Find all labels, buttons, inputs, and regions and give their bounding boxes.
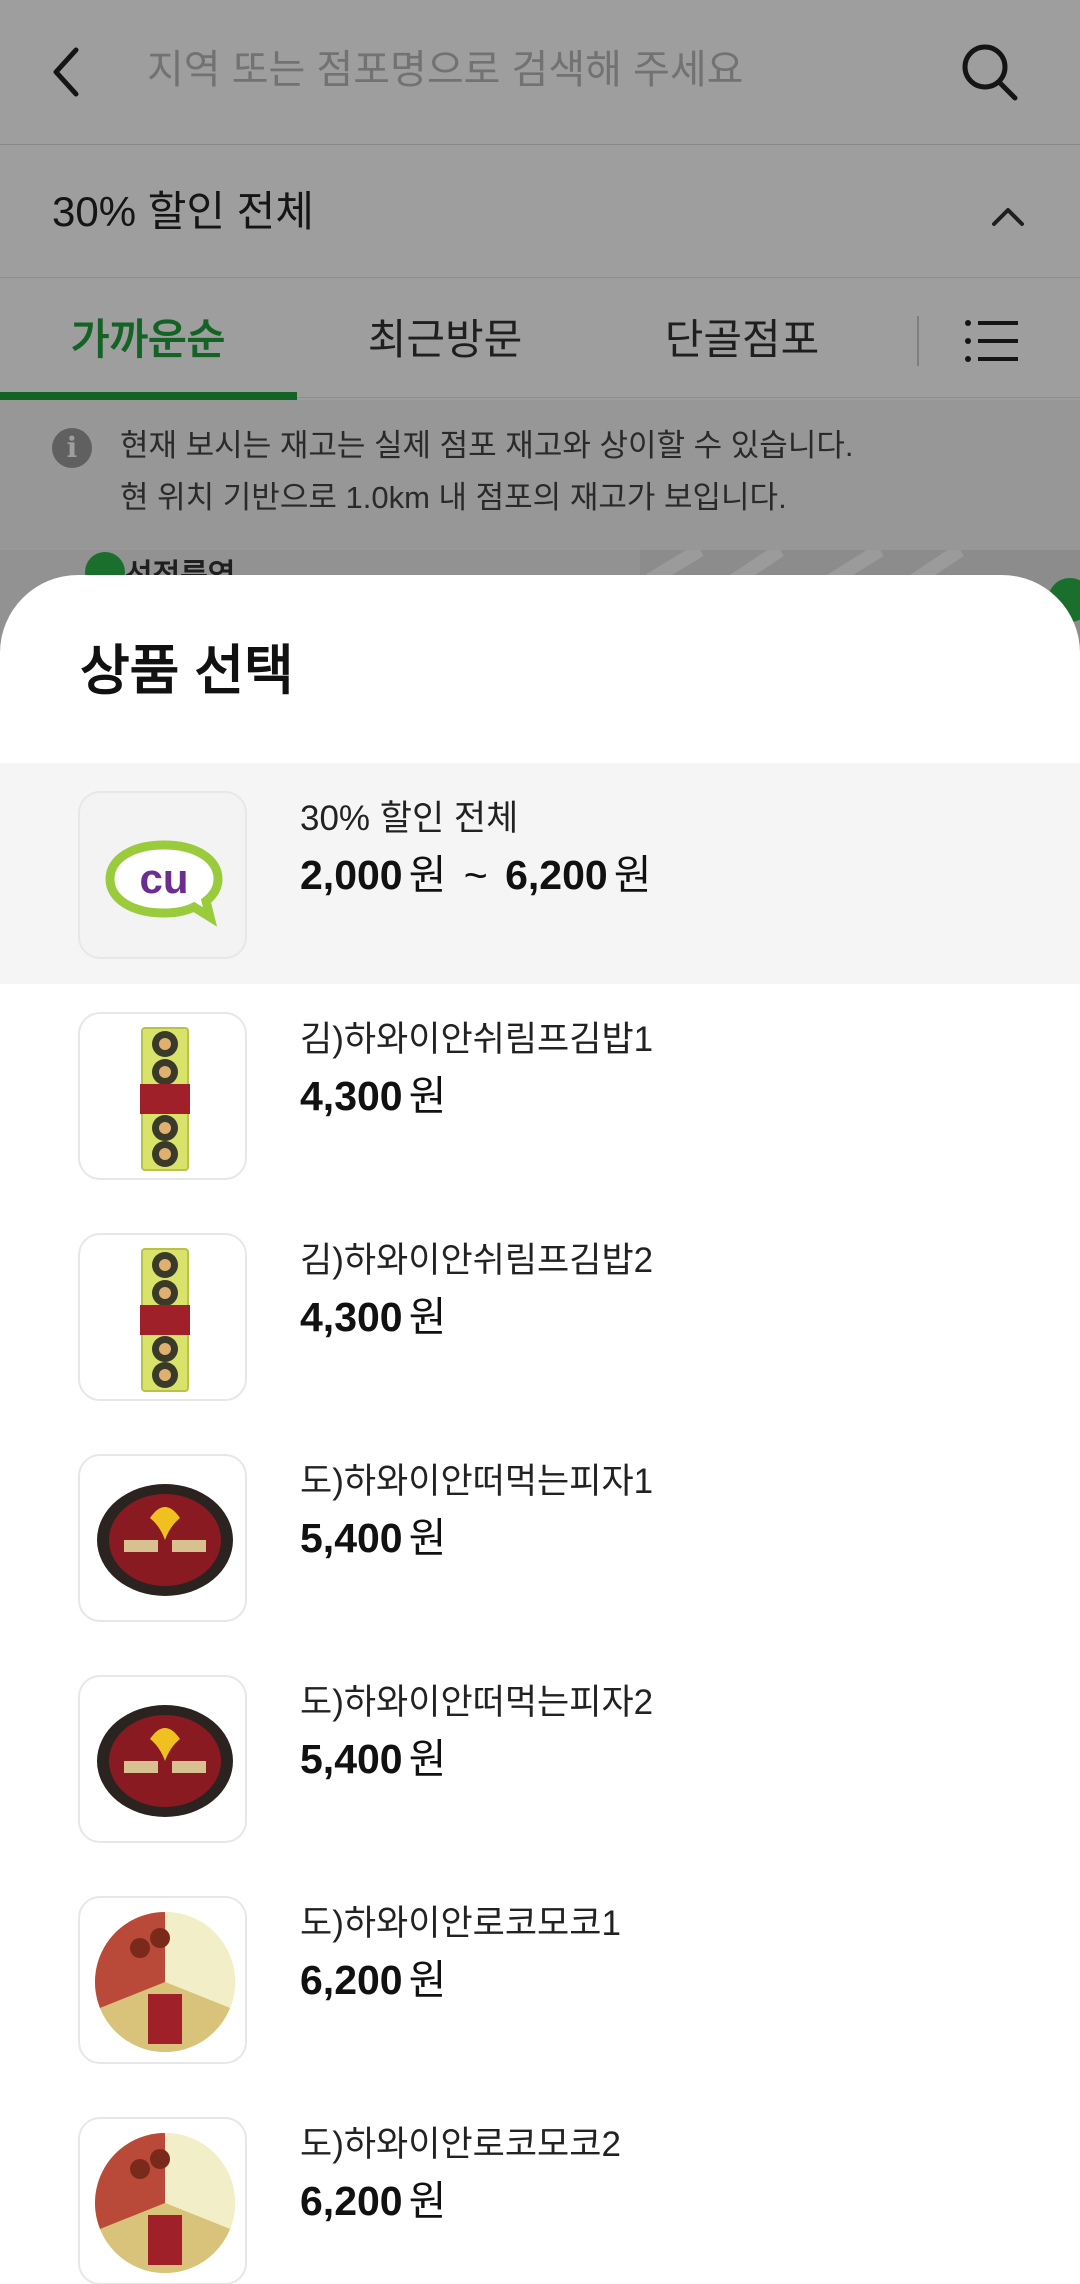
price-value: 4,300 xyxy=(300,1073,403,1119)
product-name: 30% 할인 전체 xyxy=(300,799,519,838)
cu-logo-icon: cu xyxy=(105,840,223,927)
product-name: 김)하와이안쉬림프김밥1 xyxy=(300,1020,654,1059)
currency-unit: 원 xyxy=(408,1736,447,1782)
currency-unit: 원 xyxy=(408,1073,447,1119)
currency-unit: 원 xyxy=(408,1294,447,1340)
product-price: 4,300 원 xyxy=(300,1289,446,1345)
product-item[interactable]: 김)하와이안쉬림프김밥2 4,300 원 xyxy=(0,1205,1080,1426)
price-value: 6,200 xyxy=(300,1957,403,2003)
product-price-range: 2,000 원 ~ 6,200 원 xyxy=(300,847,651,903)
product-price: 6,200 원 xyxy=(300,2173,446,2229)
product-thumbnail xyxy=(78,1896,247,2064)
product-price: 6,200 원 xyxy=(300,1952,446,2008)
product-select-sheet: 상품 선택 cu 30% 할인 전체 2,000 원 ~ 6,200 원 김)하… xyxy=(0,575,1080,2284)
price-to: 6,200 xyxy=(505,852,608,898)
product-item[interactable]: 도)하와이안로코모코2 6,200 원 xyxy=(0,2089,1080,2284)
product-name: 도)하와이안떠먹는피자2 xyxy=(300,1683,654,1722)
product-item[interactable]: 도)하와이안로코모코1 6,200 원 xyxy=(0,1868,1080,2089)
product-thumbnail: cu xyxy=(78,791,247,959)
product-item[interactable]: 도)하와이안떠먹는피자2 5,400 원 xyxy=(0,1647,1080,1868)
product-name: 김)하와이안쉬림프김밥2 xyxy=(300,1241,654,1280)
product-thumbnail xyxy=(78,1454,247,1622)
pizza-bowl-icon xyxy=(97,1484,233,1596)
product-name: 도)하와이안로코모코1 xyxy=(300,1904,621,1943)
lunchbox-icon xyxy=(94,1912,236,2053)
product-price: 5,400 원 xyxy=(300,1731,446,1787)
currency-unit: 원 xyxy=(408,1957,447,2003)
currency-unit: 원 xyxy=(408,2178,447,2224)
sheet-title: 상품 선택 xyxy=(80,641,294,701)
product-thumbnail xyxy=(78,1675,247,1843)
product-thumbnail xyxy=(78,1012,247,1180)
product-item[interactable]: 김)하와이안쉬림프김밥1 4,300 원 xyxy=(0,984,1080,1205)
range-separator: ~ xyxy=(463,852,488,898)
gimbap-icon xyxy=(140,1027,190,1171)
price-value: 5,400 xyxy=(300,1515,403,1561)
product-item[interactable]: 도)하와이안떠먹는피자1 5,400 원 xyxy=(0,1426,1080,1647)
currency-unit: 원 xyxy=(408,1515,447,1561)
price-value: 6,200 xyxy=(300,2178,403,2224)
price-value: 4,300 xyxy=(300,1294,403,1340)
lunchbox-icon xyxy=(94,2133,236,2274)
product-name: 도)하와이안로코모코2 xyxy=(300,2125,621,2164)
product-name: 도)하와이안떠먹는피자1 xyxy=(300,1462,654,1501)
currency-unit: 원 xyxy=(613,852,652,898)
product-price: 5,400 원 xyxy=(300,1510,446,1566)
gimbap-icon xyxy=(140,1248,190,1392)
product-thumbnail xyxy=(78,2117,247,2284)
svg-text:cu: cu xyxy=(139,855,188,902)
product-thumbnail xyxy=(78,1233,247,1401)
pizza-bowl-icon xyxy=(97,1705,233,1817)
price-value: 5,400 xyxy=(300,1736,403,1782)
price-from: 2,000 xyxy=(300,852,403,898)
product-item-all[interactable]: cu 30% 할인 전체 2,000 원 ~ 6,200 원 xyxy=(0,763,1080,984)
product-price: 4,300 원 xyxy=(300,1068,446,1124)
currency-unit: 원 xyxy=(408,852,447,898)
